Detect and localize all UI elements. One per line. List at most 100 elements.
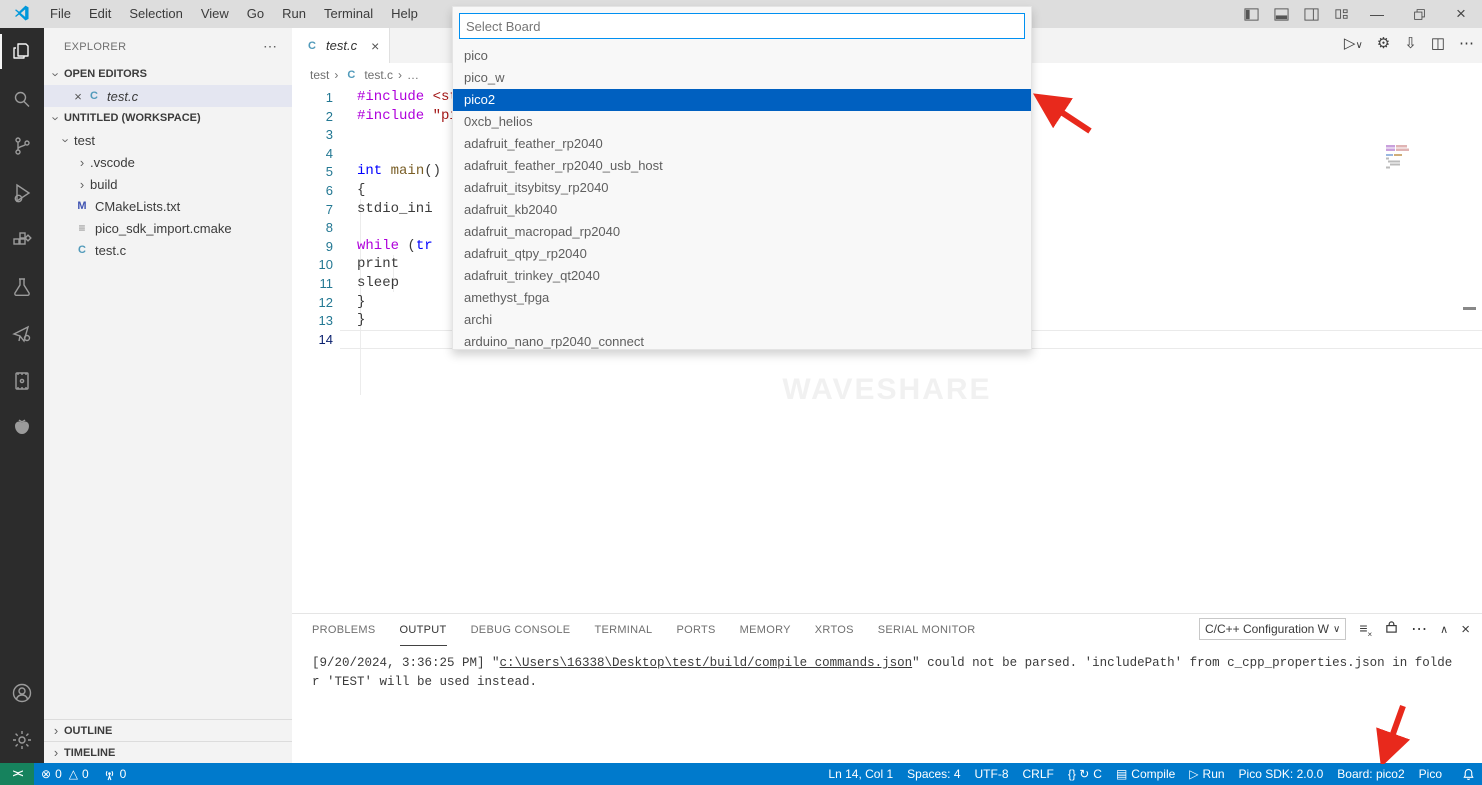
activity-explorer[interactable]: [0, 28, 44, 75]
explorer-more-actions-icon[interactable]: ⋯: [263, 38, 278, 55]
output-file-link[interactable]: c:\Users\16338\Desktop\test/build/compil…: [500, 656, 913, 670]
status-encoding[interactable]: UTF-8: [968, 763, 1016, 785]
more-actions-icon[interactable]: ⋯: [1411, 619, 1427, 639]
workspace-header[interactable]: › UNTITLED (WORKSPACE): [44, 107, 292, 129]
tab-close-icon[interactable]: ×: [371, 38, 379, 54]
status-board[interactable]: Board: pico2: [1330, 763, 1411, 785]
tab-test-c[interactable]: C test.c ×: [292, 28, 390, 63]
menu-terminal[interactable]: Terminal: [315, 0, 382, 28]
tree-item-pico-sdk-import-cmake[interactable]: ≡pico_sdk_import.cmake: [44, 217, 292, 239]
activity-search[interactable]: [0, 75, 44, 122]
split-editor-icon[interactable]: ◫: [1431, 34, 1445, 52]
open-editor-label: test.c: [107, 89, 138, 104]
panel-tab-debug-console[interactable]: DEBUG CONSOLE: [471, 614, 571, 646]
scroll-lock-icon[interactable]: [1385, 620, 1398, 639]
scrollbar-marker[interactable]: [1463, 307, 1476, 310]
status-run[interactable]: ▷Run: [1182, 763, 1231, 785]
board-option-pico2[interactable]: pico2: [453, 89, 1031, 111]
board-option-adafruit_itsybitsy_rp2040[interactable]: adafruit_itsybitsy_rp2040: [453, 177, 1031, 199]
board-option-0xcb_helios[interactable]: 0xcb_helios: [453, 111, 1031, 133]
toggle-panel-icon[interactable]: [1266, 0, 1296, 28]
menu-file[interactable]: File: [41, 0, 80, 28]
tree-item-build[interactable]: ›build: [44, 173, 292, 195]
open-editors-header[interactable]: › OPEN EDITORS: [44, 63, 292, 85]
board-option-adafruit_feather_rp2040_usb_host[interactable]: adafruit_feather_rp2040_usb_host: [453, 155, 1031, 177]
problems-status[interactable]: ⊗0 △0: [34, 763, 96, 785]
status-eol[interactable]: CRLF: [1016, 763, 1061, 785]
panel-tab-ports[interactable]: PORTS: [676, 614, 715, 646]
section-timeline[interactable]: ›TIMELINE: [44, 741, 292, 763]
minimap[interactable]: [1386, 145, 1412, 169]
run-and-debug-icon: [10, 181, 34, 205]
section-outline[interactable]: ›OUTLINE: [44, 719, 292, 741]
board-option-pico[interactable]: pico: [453, 45, 1031, 67]
forwarded-ports-status[interactable]: 0: [96, 763, 134, 785]
status-cursor-position[interactable]: Ln 14, Col 1: [821, 763, 900, 785]
line-number: 4: [292, 144, 333, 163]
menu-selection[interactable]: Selection: [120, 0, 191, 28]
board-option-adafruit_trinkey_qt2040[interactable]: adafruit_trinkey_qt2040: [453, 265, 1031, 287]
more-actions-icon[interactable]: ⋯: [1459, 34, 1474, 52]
board-search-input[interactable]: [459, 13, 1025, 39]
activity-source-control[interactable]: [0, 122, 44, 169]
panel-tab-terminal[interactable]: TERMINAL: [594, 614, 652, 646]
board-option-adafruit_kb2040[interactable]: adafruit_kb2040: [453, 199, 1031, 221]
activity-raspberry-pi-pico[interactable]: [0, 404, 44, 451]
board-option-arduino_nano_rp2040_connect[interactable]: arduino_nano_rp2040_connect: [453, 331, 1031, 350]
activity-pico-board[interactable]: [0, 357, 44, 404]
gear-icon[interactable]: ⚙: [1377, 34, 1390, 52]
activity-account[interactable]: [0, 669, 44, 716]
status-language-mode[interactable]: {} ↻C: [1061, 763, 1109, 785]
menu-view[interactable]: View: [192, 0, 238, 28]
output-channel-select[interactable]: C/C++ Configuration W ∨: [1199, 618, 1346, 640]
close-editor-icon[interactable]: ×: [70, 89, 86, 104]
maximize-panel-icon[interactable]: ∧: [1440, 623, 1448, 636]
panel-tab-serial-monitor[interactable]: SERIAL MONITOR: [878, 614, 976, 646]
customize-layout-icon[interactable]: [1326, 0, 1356, 28]
panel-tab-output[interactable]: OUTPUT: [400, 614, 447, 646]
activity-settings[interactable]: [0, 716, 44, 763]
panel-tab-problems[interactable]: PROBLEMS: [312, 614, 376, 646]
board-option-adafruit_macropad_rp2040[interactable]: adafruit_macropad_rp2040: [453, 221, 1031, 243]
panel-tab-xrtos[interactable]: XRTOS: [815, 614, 854, 646]
close-window-button[interactable]: ×: [1440, 0, 1482, 28]
tree-item-test[interactable]: ›test: [44, 129, 292, 151]
run-config-icon[interactable]: ▷∨: [1344, 34, 1363, 52]
activity-pico-deploy[interactable]: [0, 310, 44, 357]
output-log[interactable]: [9/20/2024, 3:36:25 PM] "c:\Users\16338\…: [292, 646, 1482, 692]
chevron-right-icon: ›: [48, 745, 64, 760]
board-option-amethyst_fpga[interactable]: amethyst_fpga: [453, 287, 1031, 309]
activity-run-and-debug[interactable]: [0, 169, 44, 216]
menu-edit[interactable]: Edit: [80, 0, 120, 28]
menu-run[interactable]: Run: [273, 0, 315, 28]
flash-icon[interactable]: ⇩: [1404, 34, 1417, 52]
toggle-sidebar-icon[interactable]: [1236, 0, 1266, 28]
error-icon: ⊗: [41, 767, 51, 781]
status-pico-sdk[interactable]: Pico SDK: 2.0.0: [1232, 763, 1331, 785]
activity-extensions[interactable]: [0, 216, 44, 263]
tree-item-cmakelists-txt[interactable]: MCMakeLists.txt: [44, 195, 292, 217]
board-option-pico_w[interactable]: pico_w: [453, 67, 1031, 89]
tree-item-test-c[interactable]: Ctest.c: [44, 239, 292, 261]
restore-button[interactable]: [1398, 0, 1440, 28]
remote-indicator[interactable]: ><: [0, 763, 34, 785]
status-pico[interactable]: Pico: [1412, 763, 1449, 785]
braces-sync-icon: {} ↻: [1068, 767, 1089, 781]
panel-tab-memory[interactable]: MEMORY: [740, 614, 791, 646]
tree-item--vscode[interactable]: ›.vscode: [44, 151, 292, 173]
minimize-button[interactable]: —: [1356, 0, 1398, 28]
toggle-secondary-sidebar-icon[interactable]: [1296, 0, 1326, 28]
status-compile[interactable]: ▤Compile: [1109, 763, 1182, 785]
notifications-bell[interactable]: [1455, 763, 1482, 785]
menu-go[interactable]: Go: [238, 0, 273, 28]
board-option-archi[interactable]: archi: [453, 309, 1031, 331]
close-panel-icon[interactable]: ×: [1461, 621, 1470, 638]
board-option-adafruit_feather_rp2040[interactable]: adafruit_feather_rp2040: [453, 133, 1031, 155]
activity-testing[interactable]: [0, 263, 44, 310]
menu-help[interactable]: Help: [382, 0, 427, 28]
clear-output-icon[interactable]: ≡×: [1359, 620, 1372, 639]
menu-bar: FileEditSelectionViewGoRunTerminalHelp: [41, 0, 427, 28]
board-option-adafruit_qtpy_rp2040[interactable]: adafruit_qtpy_rp2040: [453, 243, 1031, 265]
status-indentation[interactable]: Spaces: 4: [900, 763, 967, 785]
open-editor-item[interactable]: ×Ctest.c: [44, 85, 292, 107]
